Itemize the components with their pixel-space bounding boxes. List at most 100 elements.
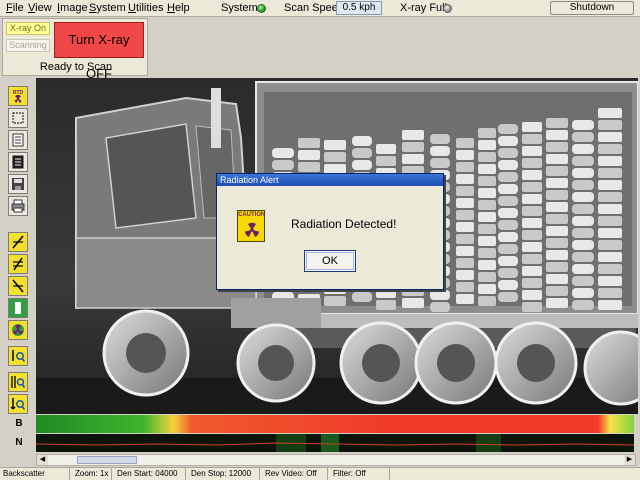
left-toolbar: RTD — [4, 84, 34, 414]
cargo-item — [352, 136, 372, 146]
cargo-item — [572, 192, 594, 202]
status-mode: Backscatter — [0, 468, 70, 480]
zoom-in-icon — [12, 350, 26, 363]
scroll-left-icon[interactable]: ◀ — [37, 455, 48, 465]
cargo-item — [522, 230, 542, 240]
cargo-item — [598, 192, 622, 202]
cargo-item — [298, 150, 320, 160]
cargo-item — [546, 190, 568, 200]
cargo-item — [572, 204, 594, 214]
threshold-up-button[interactable] — [8, 232, 28, 252]
cargo-item — [324, 140, 346, 150]
cargo-item — [498, 124, 518, 134]
menu-utilities[interactable]: Utilities — [128, 2, 163, 14]
cargo-item — [478, 248, 496, 258]
cargo-item — [324, 152, 346, 162]
cargo-item — [522, 302, 542, 312]
menu-file[interactable]: File — [6, 2, 24, 14]
scroll-thumb[interactable] — [77, 456, 137, 464]
cargo-item — [352, 148, 372, 158]
cargo-item — [456, 162, 474, 172]
cargo-item — [522, 182, 542, 192]
threshold-down-button[interactable] — [8, 276, 28, 296]
cargo-item — [572, 228, 594, 238]
cargo-item — [478, 260, 496, 270]
dialog-message: Radiation Detected! — [291, 217, 397, 231]
cargo-item — [402, 142, 424, 152]
menu-system[interactable]: System — [89, 2, 126, 14]
save-button[interactable] — [8, 174, 28, 194]
cargo-item — [546, 286, 568, 296]
crop-icon — [12, 112, 24, 124]
shutdown-button[interactable]: Shutdown — [550, 1, 634, 15]
cargo-item — [498, 172, 518, 182]
cargo-item — [402, 130, 424, 140]
track-row-n: N — [4, 434, 636, 452]
scan-speed-value[interactable]: 0.5 kph — [336, 1, 382, 15]
backscatter-density-track[interactable] — [36, 415, 634, 433]
zoom-out-button[interactable] — [8, 394, 28, 414]
crop-button[interactable] — [8, 108, 28, 128]
cargo-item — [522, 278, 542, 288]
menu-help[interactable]: Help — [167, 2, 190, 14]
status-rev-video: Rev Video: Off — [262, 468, 328, 480]
cargo-item — [478, 236, 496, 246]
color-map-icon — [15, 302, 21, 314]
save-icon — [12, 178, 24, 190]
cargo-item — [546, 262, 568, 272]
report-button[interactable] — [8, 130, 28, 150]
cargo-item — [498, 184, 518, 194]
threshold-equal-button[interactable] — [8, 254, 28, 274]
cargo-item — [572, 276, 594, 286]
menu-view[interactable]: View — [28, 2, 52, 14]
cargo-item — [498, 280, 518, 290]
cargo-item — [456, 210, 474, 220]
cargo-item — [498, 136, 518, 146]
print-button[interactable] — [8, 196, 28, 216]
neutron-track[interactable] — [35, 434, 635, 452]
track-n-label: N — [4, 434, 34, 452]
zoom-in-button[interactable] — [8, 346, 28, 366]
cargo-item — [572, 144, 594, 154]
zoom-fit-icon — [11, 376, 26, 388]
neutron-track-graphic — [35, 434, 635, 452]
cargo-item — [598, 216, 622, 226]
cargo-item — [456, 174, 474, 184]
radiation-overlay-button[interactable] — [8, 320, 28, 340]
cargo-item — [598, 300, 622, 310]
radiation-overlay-icon — [12, 324, 24, 336]
notes-button[interactable] — [8, 152, 28, 172]
cargo-item — [598, 288, 622, 298]
cargo-item — [522, 194, 542, 204]
cargo-item — [598, 252, 622, 262]
zoom-fit-button[interactable] — [8, 372, 28, 392]
cargo-item — [546, 226, 568, 236]
cargo-item — [456, 246, 474, 256]
print-icon — [11, 199, 25, 213]
cargo-item — [430, 134, 450, 144]
rtd-radiation-button[interactable]: RTD — [8, 86, 28, 106]
cargo-item — [572, 288, 594, 298]
ok-button[interactable]: OK — [304, 250, 356, 272]
status-zoom: Zoom: 1x — [72, 468, 112, 480]
turn-xray-off-button[interactable]: Turn X-ray OFF — [54, 22, 144, 81]
cargo-item — [376, 300, 396, 310]
horizontal-scrollbar[interactable]: ◀ ▶ — [36, 454, 636, 466]
cargo-item — [546, 202, 568, 212]
color-map-button[interactable] — [8, 298, 28, 318]
cargo-item — [498, 292, 518, 302]
report-icon — [12, 133, 24, 147]
status-filter: Filter: Off — [330, 468, 390, 480]
caution-radiation-icon: CAUTION — [237, 210, 265, 242]
menu-image[interactable]: Image — [57, 2, 88, 14]
cargo-item — [522, 218, 542, 228]
xray-control-panel: X-ray On Scanning Turn X-ray OFF Ready t… — [2, 18, 148, 81]
system-label: System: — [221, 2, 261, 14]
scroll-right-icon[interactable]: ▶ — [624, 455, 635, 465]
radiation-alert-dialog: Radiation Alert CAUTION Radiation Detect… — [216, 173, 444, 290]
cargo-item — [478, 224, 496, 234]
cargo-item — [456, 198, 474, 208]
cargo-item — [598, 156, 622, 166]
cargo-item — [546, 274, 568, 284]
cargo-item — [498, 256, 518, 266]
